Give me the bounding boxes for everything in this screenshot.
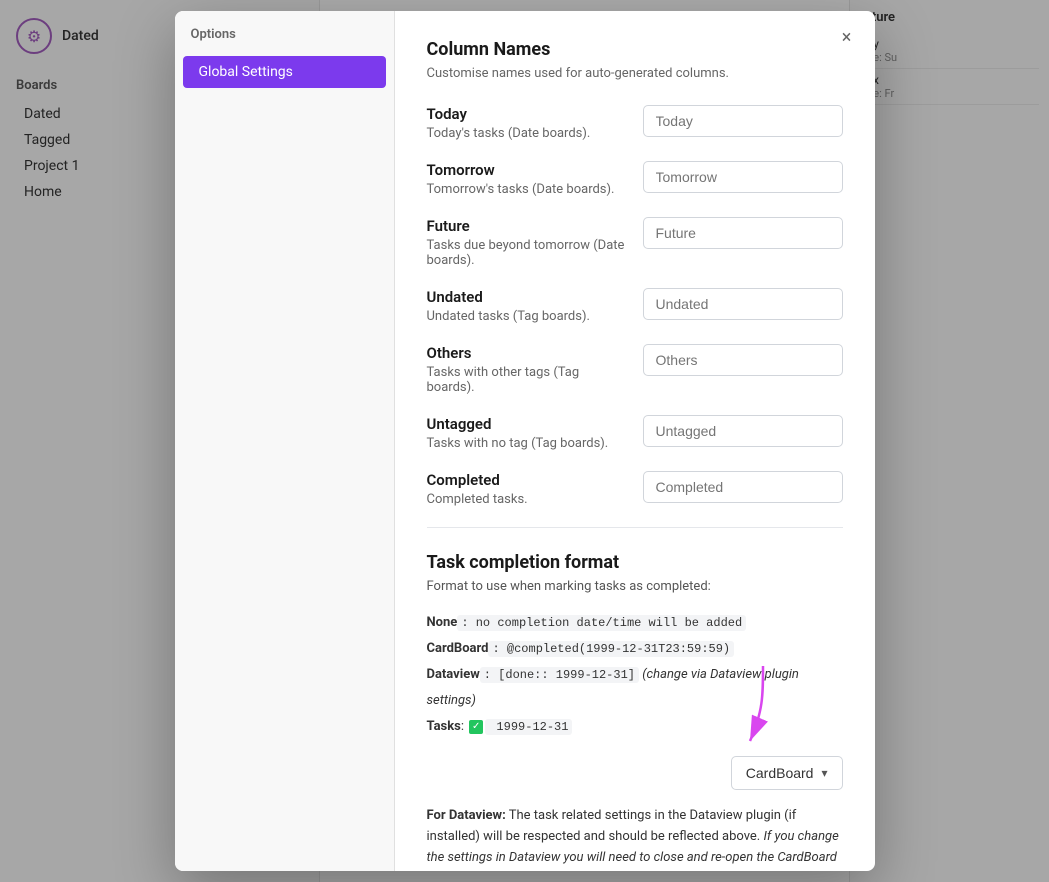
settings-modal: Options Global Settings × Column Names C… <box>175 11 875 871</box>
global-settings-menu-item[interactable]: Global Settings <box>183 56 386 88</box>
format-none: None: no completion date/time will be ad… <box>427 610 843 636</box>
column-name-completed: Completed <box>427 471 627 489</box>
format-cardboard-desc: : @completed(1999-12-31T23:59:59) <box>488 641 734 657</box>
column-label-group: Undated Undated tasks (Tag boards). <box>427 288 627 324</box>
tasks-checkmark: ✓ <box>469 720 483 734</box>
column-row-today: Today Today's tasks (Date boards). <box>427 105 843 141</box>
column-label-group: Completed Completed tasks. <box>427 471 627 507</box>
format-dataview-label: Dataview <box>427 667 480 682</box>
column-row-future: Future Tasks due beyond tomorrow (Date b… <box>427 217 843 268</box>
close-button[interactable]: × <box>835 25 859 49</box>
column-row-others: Others Tasks with other tags (Tag boards… <box>427 344 843 395</box>
column-desc-others: Tasks with other tags (Tag boards). <box>427 365 627 395</box>
chevron-down-icon: ▾ <box>821 766 827 780</box>
tomorrow-input[interactable] <box>643 161 843 193</box>
column-desc-tomorrow: Tomorrow's tasks (Date boards). <box>427 182 627 197</box>
section-title: Column Names <box>427 39 843 60</box>
column-name-future: Future <box>427 217 627 235</box>
untagged-input[interactable] <box>643 415 843 447</box>
dataview-change-text: If you change the settings in Dataview y… <box>427 829 839 871</box>
options-sidebar: Options Global Settings <box>175 11 395 871</box>
column-row-completed: Completed Completed tasks. <box>427 471 843 507</box>
column-label-group: Untagged Tasks with no tag (Tag boards). <box>427 415 627 451</box>
modal-content: × Column Names Customise names used for … <box>395 11 875 871</box>
today-input[interactable] <box>643 105 843 137</box>
column-name-untagged: Untagged <box>427 415 627 433</box>
column-row-tomorrow: Tomorrow Tomorrow's tasks (Date boards). <box>427 161 843 197</box>
completion-dropdown-area: CardBoard ▾ <box>427 756 843 790</box>
format-cardboard-label: CardBoard <box>427 641 489 656</box>
for-dataview-label: For Dataview: <box>427 808 506 823</box>
column-name-others: Others <box>427 344 627 362</box>
column-label-group: Future Tasks due beyond tomorrow (Date b… <box>427 217 627 268</box>
column-name-tomorrow: Tomorrow <box>427 161 627 179</box>
modal-overlay: Options Global Settings × Column Names C… <box>0 0 1049 882</box>
column-label-group: Tomorrow Tomorrow's tasks (Date boards). <box>427 161 627 197</box>
arrow-annotation <box>708 656 788 766</box>
format-tasks-desc: 1999-12-31 <box>485 719 572 735</box>
column-desc-undated: Undated tasks (Tag boards). <box>427 309 627 324</box>
future-input[interactable] <box>643 217 843 249</box>
completion-section-subtitle: Format to use when marking tasks as comp… <box>427 579 843 594</box>
dropdown-value: CardBoard <box>746 765 814 781</box>
column-desc-untagged: Tasks with no tag (Tag boards). <box>427 436 627 451</box>
options-title: Options <box>175 27 394 54</box>
column-row-untagged: Untagged Tasks with no tag (Tag boards). <box>427 415 843 451</box>
column-label-group: Others Tasks with other tags (Tag boards… <box>427 344 627 395</box>
section-divider <box>427 527 843 528</box>
section-subtitle: Customise names used for auto-generated … <box>427 66 843 81</box>
column-row-undated: Undated Undated tasks (Tag boards). <box>427 288 843 324</box>
column-desc-today: Today's tasks (Date boards). <box>427 126 627 141</box>
format-dataview-desc: : [done:: 1999-12-31] <box>480 667 639 683</box>
format-none-label: None <box>427 615 458 630</box>
completion-section-title: Task completion format <box>427 552 843 573</box>
column-label-group: Today Today's tasks (Date boards). <box>427 105 627 141</box>
undated-input[interactable] <box>643 288 843 320</box>
dataview-note: For Dataview: The task related settings … <box>427 806 843 871</box>
format-tasks-label: Tasks <box>427 719 461 734</box>
others-input[interactable] <box>643 344 843 376</box>
format-none-desc: : no completion date/time will be added <box>457 615 746 631</box>
column-name-today: Today <box>427 105 627 123</box>
column-desc-future: Tasks due beyond tomorrow (Date boards). <box>427 238 627 268</box>
column-desc-completed: Completed tasks. <box>427 492 627 507</box>
column-name-undated: Undated <box>427 288 627 306</box>
completed-input[interactable] <box>643 471 843 503</box>
